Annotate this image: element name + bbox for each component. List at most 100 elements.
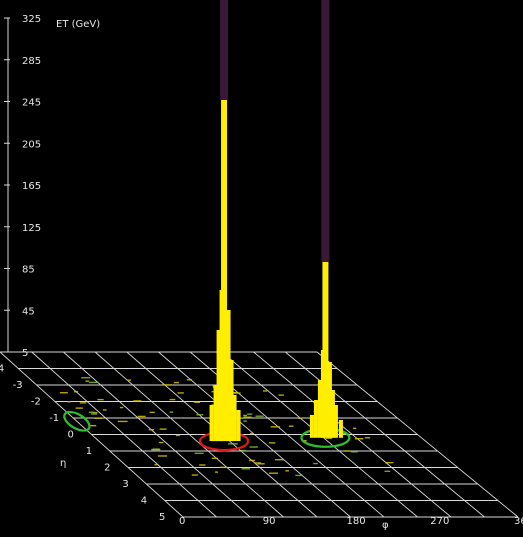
low-et-deposit — [158, 441, 164, 444]
low-et-deposit — [243, 414, 247, 417]
low-et-deposit — [220, 466, 228, 469]
low-et-deposit — [254, 462, 261, 464]
low-et-deposit — [59, 392, 68, 394]
low-et-deposit — [199, 464, 206, 466]
low-et-deposit — [85, 380, 90, 382]
low-et-deposit — [173, 381, 179, 384]
low-et-deposit — [88, 411, 95, 413]
phi-axis: 0 90 180 270 360 — [179, 516, 523, 527]
low-et-deposit — [227, 443, 238, 445]
low-et-deposit — [343, 450, 351, 452]
eta-tick-label: -1 — [49, 413, 59, 424]
low-et-deposit — [74, 390, 79, 393]
low-et-deposit — [94, 417, 103, 419]
low-et-deposit — [285, 470, 289, 472]
tower-bin — [213, 385, 218, 442]
low-et-deposit — [384, 470, 391, 473]
eta-tick-label: 2 — [104, 463, 110, 474]
eta-tick-label: 5 — [159, 512, 165, 523]
low-et-deposit — [248, 459, 256, 462]
low-et-deposit — [278, 394, 284, 396]
tower-bin — [309, 415, 314, 438]
et-tick-label: 205 — [22, 139, 41, 150]
low-et-deposit — [288, 425, 294, 427]
lego-plot: 54585125165205245285325 ET (GeV) 0 90 180 2… — [0, 0, 523, 531]
tower-bin — [338, 420, 343, 438]
low-et-deposit — [249, 432, 254, 435]
low-et-deposit — [295, 474, 303, 477]
low-et-deposit — [255, 415, 264, 417]
low-et-deposit — [177, 392, 184, 394]
et-tick-label: 325 — [22, 14, 41, 25]
low-et-deposit — [211, 457, 219, 460]
low-et-deposit — [298, 417, 303, 419]
low-et-deposit — [270, 426, 280, 428]
eta-tick-label: -4 — [0, 364, 4, 375]
eta-tick-label: 3 — [122, 479, 128, 490]
eta-tick-label: -3 — [13, 380, 23, 391]
low-et-deposit — [247, 413, 253, 415]
low-et-deposit — [157, 455, 168, 457]
low-et-deposit — [148, 428, 154, 431]
low-et-deposit — [117, 420, 128, 423]
low-et-deposit — [137, 415, 146, 418]
low-et-deposit — [214, 471, 219, 473]
jet-circles — [63, 410, 351, 452]
low-et-deposit — [159, 428, 167, 430]
low-et-deposit — [66, 401, 71, 403]
low-et-deposit — [268, 442, 276, 444]
low-et-deposit — [196, 414, 204, 416]
eta-tick-label: 1 — [86, 446, 92, 457]
et-axis-title: ET (GeV) — [56, 19, 100, 30]
low-et-deposit — [364, 437, 371, 439]
low-et-deposit — [262, 390, 268, 392]
phi-axis-title: φ — [382, 520, 389, 531]
et-tick-label: 165 — [22, 181, 41, 192]
low-et-deposit — [88, 381, 99, 384]
floor-grid — [0, 351, 519, 518]
low-et-deposit — [194, 452, 204, 455]
low-et-deposit — [353, 427, 357, 430]
tower-top — [321, 0, 330, 262]
low-et-deposit — [169, 398, 176, 401]
low-et-deposit — [385, 461, 394, 464]
low-et-deposit — [274, 458, 284, 461]
et-tick-label: 285 — [22, 56, 41, 67]
tower-bin — [209, 405, 214, 442]
low-et-deposit — [133, 400, 142, 402]
et-axis: 5 45 85 125 165 205 245 285 325 ET (GeV) — [4, 14, 100, 359]
low-et-deposit — [119, 406, 124, 409]
low-et-deposit — [90, 413, 98, 415]
phi-tick-label: 90 — [263, 516, 276, 527]
low-et-deposit — [162, 384, 173, 386]
tower-bin — [236, 410, 241, 442]
et-tick-label: 85 — [22, 265, 35, 276]
low-et-deposit — [249, 446, 258, 448]
tower — [209, 0, 241, 442]
low-et-deposit — [241, 468, 250, 470]
tower-bin — [232, 395, 237, 442]
low-et-deposit — [175, 434, 180, 437]
low-et-deposit — [75, 407, 83, 409]
low-et-deposit — [90, 424, 97, 427]
low-et-deposit — [152, 448, 160, 450]
tower-top — [220, 0, 229, 100]
tower-bin — [333, 405, 338, 438]
phi-tick-label: 270 — [430, 516, 449, 527]
et-tick-label: 45 — [22, 306, 35, 317]
phi-tick-label: 0 — [179, 516, 185, 527]
tower — [309, 0, 343, 438]
low-et-deposit — [127, 379, 131, 381]
tower-bin — [219, 290, 224, 442]
low-et-deposit — [169, 411, 174, 413]
low-et-deposit — [313, 462, 318, 465]
tower-bin — [313, 400, 318, 438]
eta-tick-label: 4 — [141, 496, 147, 507]
et-tick-label: 245 — [22, 98, 41, 109]
eta-tick-label: 0 — [68, 430, 74, 441]
low-et-deposit — [97, 398, 104, 401]
low-et-deposit — [243, 416, 252, 418]
low-et-deposit — [149, 411, 155, 414]
tower-bin — [320, 350, 325, 438]
low-et-deposit — [102, 409, 107, 411]
